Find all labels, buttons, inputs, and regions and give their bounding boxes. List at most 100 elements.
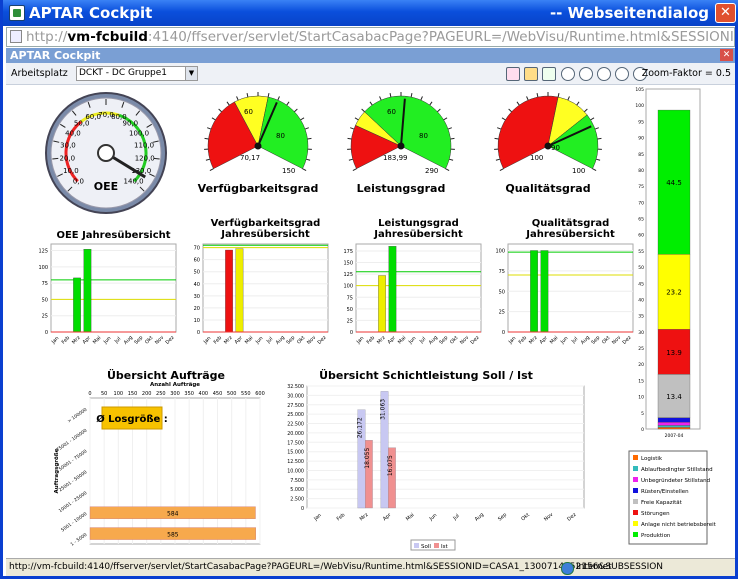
app-icon	[9, 5, 25, 21]
toolbar: Arbeitsplatz DCKT - DC Gruppe1 ▼ Zoom-Fak…	[6, 63, 735, 85]
y-tick-label: 95	[638, 119, 644, 125]
x-tick-label: Aug	[428, 335, 439, 346]
x-tick-label: Feb	[61, 335, 72, 346]
y-tick-label: 35	[638, 314, 644, 320]
y-tick-label: 17.500	[287, 440, 304, 446]
x-tick-label: Jan	[202, 335, 212, 345]
gauge-tick	[218, 108, 222, 113]
y-tick-label: 10.000	[287, 468, 304, 474]
x-tick-label: Mai	[244, 335, 254, 345]
gauge-tick	[277, 96, 280, 101]
oee-tick	[52, 157, 59, 160]
zoom-factor: Zoom-Faktor = 0.5	[641, 68, 731, 79]
address-bar[interactable]: http://vm-fcbuild:4140/ffserver/servlet/…	[6, 27, 735, 47]
chart-plot	[50, 243, 177, 333]
stack-label: 13.4	[666, 393, 682, 401]
zoom-out-icon[interactable]	[597, 67, 611, 81]
y-tick-label: 105	[635, 87, 644, 93]
chart-title: Leistungsgrad	[378, 218, 459, 229]
oee-tick-label: 0,0	[73, 178, 84, 186]
chart-title: Übersicht Schichtleistung Soll / Ist	[319, 368, 533, 382]
shift-chart: Übersicht Schichtleistung Soll / Ist 0 2.5…	[287, 368, 585, 551]
y-tick-label: 12.500	[287, 459, 304, 465]
y-tick-label: 125	[38, 249, 48, 255]
gauge-tick	[584, 108, 588, 113]
title-bar[interactable]: APTAR Cockpit -- Webseitendialog ✕	[3, 0, 738, 26]
x-tick-label: Apr	[387, 334, 398, 345]
oee-gauge: 0,010,020,030,040,050,060,070,080,090,01…	[45, 92, 167, 214]
y-tick-label: 20.000	[287, 431, 304, 437]
bar-label: 31.063	[380, 399, 387, 420]
gauge-tick	[204, 137, 209, 140]
stack-label: 13.9	[666, 349, 682, 357]
y-tick-label: 0	[301, 506, 304, 512]
stack-label: 44.5	[666, 179, 682, 187]
x-tick-label: 250	[156, 391, 166, 397]
bar-label: 584	[167, 511, 179, 518]
y-tick-label: 100	[38, 265, 48, 271]
gauge-hub	[397, 142, 405, 150]
legend-swatch	[633, 499, 638, 504]
app-header-title: APTAR Cockpit	[10, 49, 101, 62]
y-tick-label: 50	[347, 307, 353, 313]
bar-label: 585	[167, 532, 179, 539]
legend-label: Unbegründeter Stillstand	[641, 478, 710, 484]
chart-title: Qualitätsgrad	[532, 218, 609, 229]
x-tick-label: Apr	[234, 334, 245, 345]
gauge-tick-c: 150	[282, 167, 295, 175]
y-tick-label: 25	[42, 314, 48, 320]
y-tick-label: 50001 - 75000	[58, 448, 89, 472]
x-tick-label: 450	[213, 391, 223, 397]
legend-swatch	[633, 466, 638, 471]
x-tick-label: Okt	[520, 512, 531, 522]
chevron-down-icon[interactable]: ▼	[185, 67, 197, 80]
gauge-tick-c: 290	[425, 167, 438, 175]
y-tick-label: 20	[194, 306, 200, 312]
gauge-tick-b: 80	[419, 132, 428, 140]
gauge-tick	[437, 108, 441, 113]
y-tick-label: 85	[638, 152, 644, 158]
x-tick-label: Jan	[355, 335, 365, 345]
annotation-text: Ø Losgröße :	[96, 413, 168, 425]
close-icon[interactable]: ✕	[715, 3, 736, 23]
y-tick-label: 40	[194, 282, 200, 288]
y-tick-label: 10	[194, 318, 200, 324]
y-tick-label: 50	[638, 265, 644, 271]
legend-swatch	[633, 488, 638, 493]
x-tick-label: Nov	[611, 335, 622, 346]
y-tick-label: 70	[638, 200, 644, 206]
gauge-tick-a: 60	[387, 108, 396, 116]
edit-icon[interactable]	[524, 67, 538, 81]
x-tick-label: Feb	[366, 335, 377, 346]
legend-label: Soll	[421, 544, 431, 550]
y-tick-label: 25	[347, 318, 353, 324]
zoom-100-icon[interactable]	[579, 67, 593, 81]
gauge-tick	[352, 168, 357, 171]
gauge-0: 70,17 60 80 150 Verfügbarkeitsgrad	[198, 92, 318, 195]
export-icon[interactable]	[542, 67, 556, 81]
gauge-tick	[429, 101, 433, 106]
gauge-tick-a: 90	[551, 144, 560, 152]
y-tick-label: > 100000	[67, 407, 89, 425]
stacked-legend: Logistik Ablaufbedingter Stillstand Unbegr…	[628, 450, 717, 545]
chart-title: OEE Jahresübersicht	[56, 230, 170, 241]
pdf-icon[interactable]	[506, 67, 520, 81]
legend-label: Ablaufbedingter Stillstand	[641, 467, 713, 473]
x-tick-label: Mrz	[71, 335, 82, 346]
gauge-tick	[236, 96, 239, 101]
x-tick-label: Aug	[580, 335, 591, 346]
gauge-tick	[597, 137, 602, 140]
bar	[530, 250, 538, 333]
arbeitsplatz-select[interactable]: DCKT - DC Gruppe1 ▼	[76, 66, 198, 81]
x-tick-label: Mai	[549, 335, 559, 345]
dashboard-canvas: 0,010,020,030,040,050,060,070,080,090,01…	[38, 87, 717, 551]
zoom-in-icon[interactable]	[561, 67, 575, 81]
zoom-50-icon[interactable]	[615, 67, 629, 81]
close-app-icon[interactable]: ✕	[720, 49, 733, 61]
gauge-tick	[596, 158, 601, 161]
x-tick-label: Jul	[113, 336, 122, 345]
gauge-tick	[348, 158, 353, 161]
y-tick-label: 75	[347, 295, 353, 301]
gauge-tick	[420, 96, 423, 101]
x-tick-label: Nov	[543, 512, 554, 523]
